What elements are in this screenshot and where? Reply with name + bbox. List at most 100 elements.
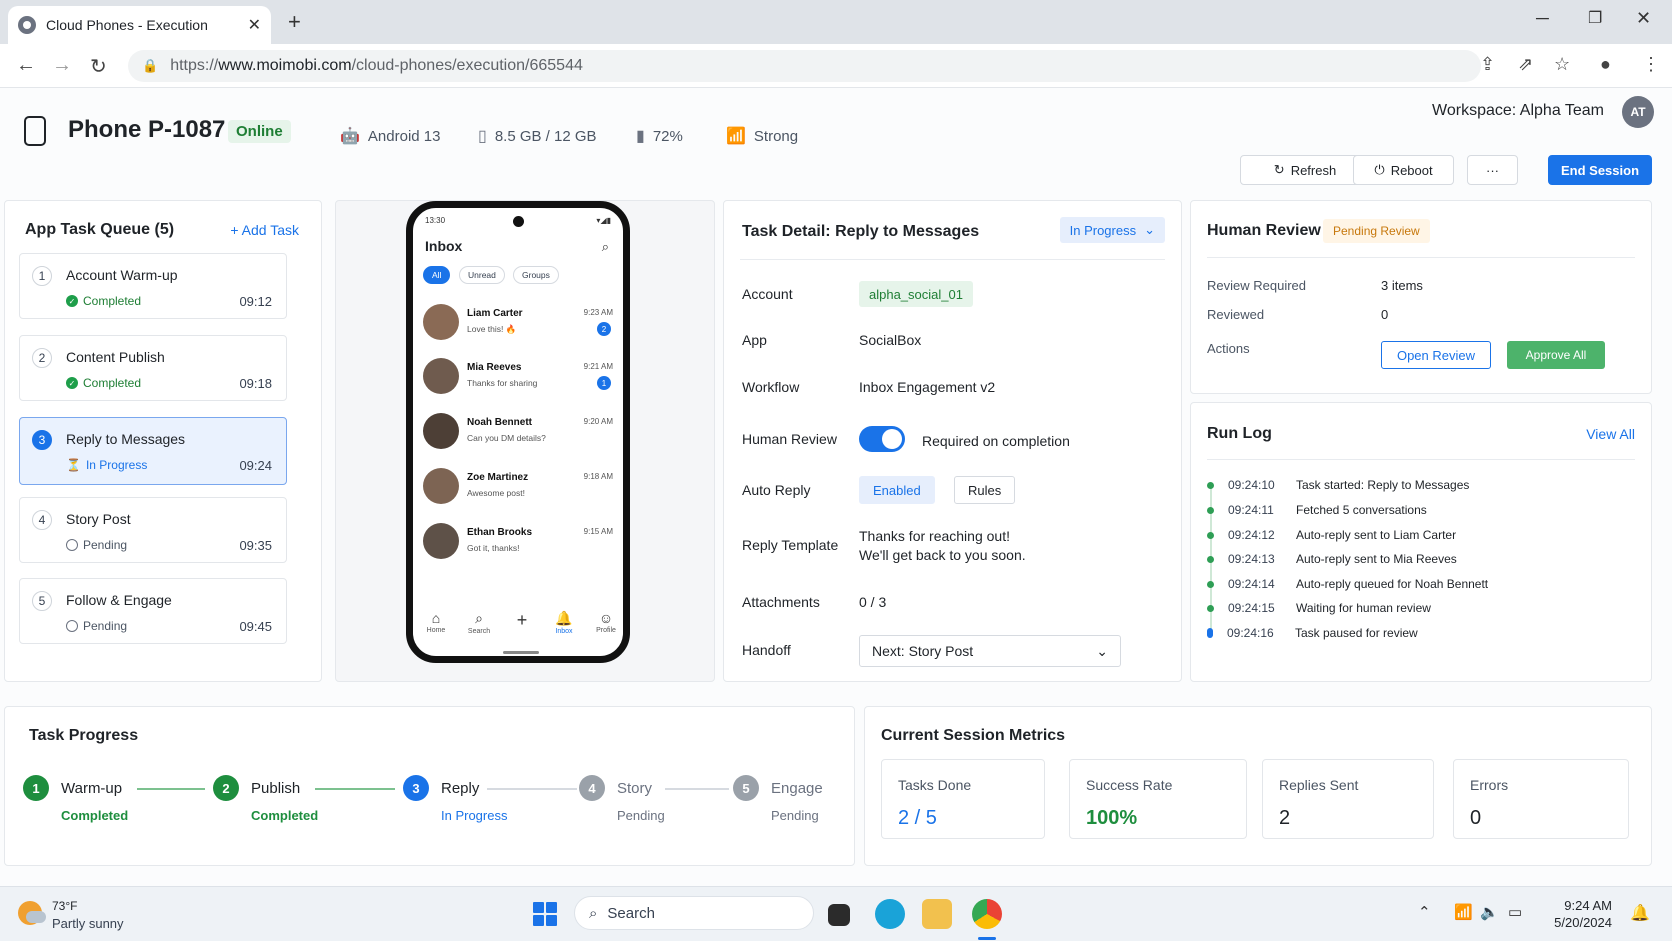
window-close-icon[interactable]: ✕ [1636,8,1651,29]
nav-label: Search [467,628,491,635]
device-conversation[interactable]: Noah Bennett Can you DM details? 9:20 AM [423,413,613,457]
restore-icon[interactable]: ❐ [1588,8,1602,28]
browser-tab[interactable]: Cloud Phones - Execution ✕ [8,6,271,44]
bookmark-star-icon[interactable]: ☆ [1554,54,1570,75]
battery-icon: ▮ [636,128,645,145]
device-nav-inbox[interactable]: 🔔 Inbox [549,610,579,635]
run-log-panel: Run Log View All 09:24:10 Task started: R… [1190,402,1652,682]
device-nav-profile[interactable]: ☺ Profile [591,610,621,634]
file-explorer-icon[interactable] [922,899,952,929]
log-time: 09:24:13 [1228,552,1275,566]
reboot-button[interactable]: ⏻ Reboot [1353,155,1454,185]
notifications-icon[interactable]: 🔔 [1630,903,1650,923]
actions-label: Actions [1207,341,1250,356]
back-icon[interactable]: ← [16,54,36,77]
partly-sunny-icon[interactable] [18,901,46,925]
new-tab-icon[interactable]: + [288,9,301,35]
queue-item-status: ✓ Completed [66,376,141,390]
handoff-select[interactable]: Next: Story Post ⌄ [859,635,1121,667]
device-chip-all[interactable]: All [423,266,451,284]
phone-mockup[interactable]: 13:30 ▾◢▮ Inbox ⌕ All Unread Groups Liam… [406,201,630,663]
task-queue-panel: App Task Queue (5) + Add Task 1 Account … [4,200,322,682]
message-time: 9:20 AM [583,417,613,426]
device-nav-search[interactable]: ⌕ Search [464,610,494,635]
progress-step: 3 Reply [403,775,479,801]
divider [1207,257,1635,258]
share-icon[interactable]: ⇗ [1518,54,1533,75]
device-icon: ▯ [478,128,487,145]
attachments-label: Attachments [742,594,820,610]
handoff-value: Next: Story Post [872,643,974,659]
task-status-dropdown[interactable]: In Progress ⌄ [1059,217,1165,243]
device-nav-home[interactable]: ⌂ Home [421,610,451,634]
queue-item-active[interactable]: 3 Reply to Messages ⏳ In Progress 09:24 [19,417,287,485]
profile-icon[interactable]: ● [1600,54,1611,75]
view-all-link[interactable]: View All [1586,426,1635,442]
address-bar[interactable]: 🔒 https://www.moimobi.com/cloud-phones/e… [128,50,1481,82]
chrome-browser-icon[interactable] [972,899,1002,929]
close-tab-icon[interactable]: ✕ [248,15,261,35]
device-search-icon[interactable]: ⌕ [602,239,609,255]
active-app-indicator [978,937,996,940]
human-review-toggle[interactable] [859,426,905,452]
queue-item[interactable]: 2 Content Publish ✓ Completed 09:18 [19,335,287,401]
home-indicator [503,651,539,654]
install-icon[interactable]: ⇪ [1480,54,1495,75]
weather-desc: Partly sunny [52,916,124,931]
end-session-button[interactable]: End Session [1548,155,1652,185]
browser-tab-bar: Cloud Phones - Execution ✕ + ─ ❐ ✕ [0,0,1672,44]
device-conversation[interactable]: Liam Carter Love this! 🔥 9:23 AM 2 [423,304,613,348]
metric-value: 0 [1470,807,1482,829]
log-time: 09:24:15 [1228,601,1275,615]
device-nav-compose[interactable]: + [507,610,537,632]
device-conversation[interactable]: Zoe Martinez Awesome post! 9:18 AM [423,468,613,512]
task-view-icon[interactable] [828,904,850,926]
open-review-button[interactable]: Open Review [1381,341,1491,369]
more-button[interactable]: ··· [1467,155,1518,185]
queue-item[interactable]: 4 Story Post Pending 09:35 [19,497,287,563]
log-time: 09:24:10 [1228,478,1275,492]
auto-reply-label: Auto Reply [742,482,811,498]
app-page: Phone P-1087 Online 🤖 Android 13 ▯ 8.5 G… [0,88,1672,886]
refresh-button[interactable]: ↻ Refresh [1240,155,1370,185]
phone-icon [24,116,46,146]
reviewed-value: 0 [1381,307,1389,322]
device-chip-unread[interactable]: Unread [459,266,505,284]
queue-title: App Task Queue (5) [25,221,175,238]
minimize-icon[interactable]: ─ [1536,8,1549,29]
approve-all-button[interactable]: Approve All [1507,341,1605,369]
forward-icon[interactable]: → [52,54,72,77]
volume-icon[interactable]: 🔈 [1480,903,1499,921]
queue-item[interactable]: 1 Account Warm-up ✓ Completed 09:12 [19,253,287,319]
battery-icon[interactable]: ▭ [1508,903,1522,921]
os-taskbar: 73°F Partly sunny ⌕ Search ⌃ 📶 🔈 ▭ 9:24 … [0,886,1672,941]
taskbar-search[interactable]: ⌕ Search [574,896,814,930]
avatar[interactable]: AT [1622,96,1654,128]
queue-item[interactable]: 5 Follow & Engage Pending 09:45 [19,578,287,644]
add-task-link[interactable]: + Add Task [230,222,299,238]
system-clock[interactable]: 9:24 AM 5/20/2024 [1554,897,1612,931]
workspace-label[interactable]: Workspace: Alpha Team [1432,102,1604,120]
reply-template-label: Reply Template [742,537,839,553]
device-conversation[interactable]: Mia Reeves Thanks for sharing 9:21 AM 1 [423,358,613,402]
log-text: Waiting for human review [1296,601,1431,615]
windows-start-icon[interactable] [533,902,557,926]
storage-info: ▯ 8.5 GB / 12 GB [478,126,597,146]
storage-label: 8.5 GB / 12 GB [494,127,597,145]
reload-icon[interactable]: ↻ [90,54,107,79]
edge-browser-icon[interactable] [875,899,905,929]
log-entry: 09:24:15 Waiting for human review [1205,599,1431,617]
os-label: Android 13 [367,127,441,145]
queue-item-name: Follow & Engage [66,592,172,608]
auto-reply-rules-button[interactable]: Rules [954,476,1016,504]
account-chip[interactable]: alpha_social_01 [859,281,973,307]
log-dot-icon [1207,481,1214,489]
auto-reply-enabled-button[interactable]: Enabled [859,476,935,504]
device-screen-panel: 13:30 ▾◢▮ Inbox ⌕ All Unread Groups Liam… [335,200,715,682]
browser-menu-icon[interactable]: ⋮ [1642,54,1660,75]
clock-icon [66,539,78,551]
wifi-icon[interactable]: 📶 [1454,903,1473,921]
device-chip-groups[interactable]: Groups [513,266,559,284]
device-conversation[interactable]: Ethan Brooks Got it, thanks! 9:15 AM [423,523,613,567]
show-hidden-icons-icon[interactable]: ⌃ [1418,903,1431,921]
